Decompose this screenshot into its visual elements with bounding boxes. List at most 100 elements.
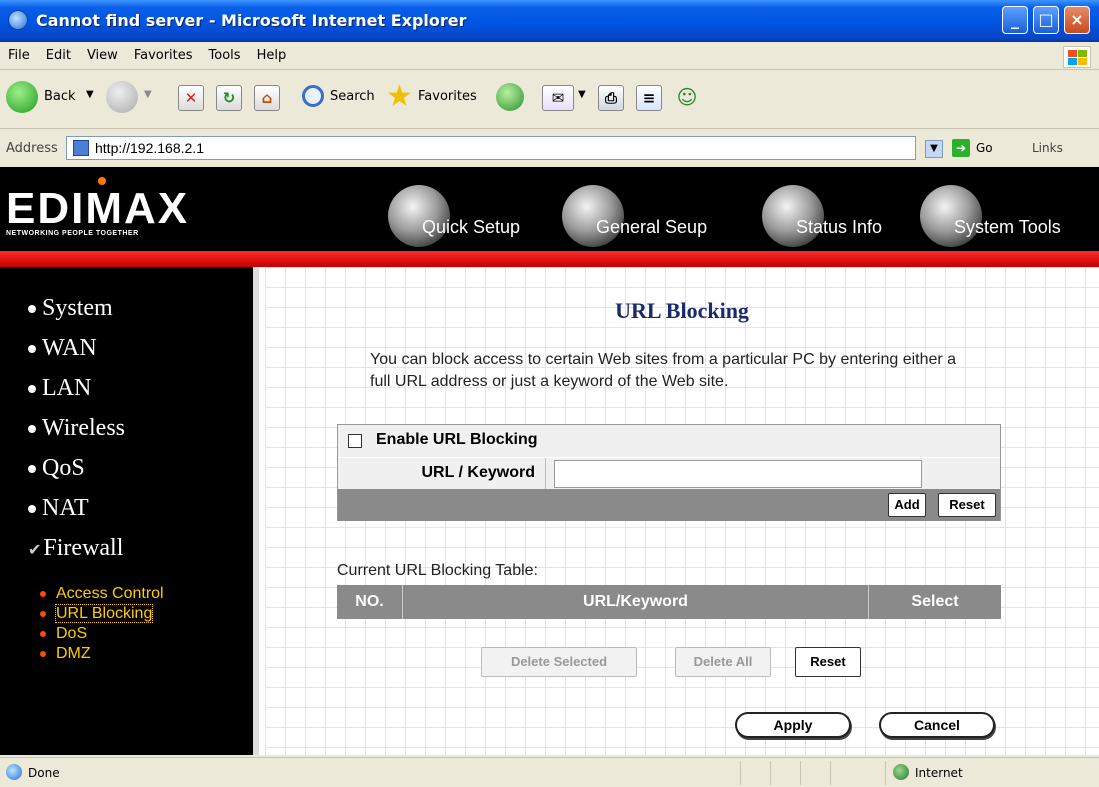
router-banner: EDIMAX NETWORKING PEOPLE TOGETHER Quick … [0,167,1099,251]
sidebar-item-wan[interactable]: WAN [28,335,97,362]
url-blocking-table-header: NO. URL/Keyword Select [337,585,1001,619]
refresh-icon[interactable]: ↻ [216,85,242,111]
status-divider [740,761,741,785]
nav-quick-setup-label[interactable]: Quick Setup [422,217,520,238]
add-button[interactable]: Add [888,493,926,517]
bullet-icon [28,425,36,434]
address-url[interactable]: http://192.168.2.1 [95,140,204,156]
forward-dropdown-icon[interactable]: ▼ [144,89,152,100]
status-divider [800,761,801,785]
nav-general-setup-label[interactable]: General Seup [596,217,707,238]
sidebar-sub-dos[interactable]: DoS [40,625,87,643]
cancel-button[interactable]: Cancel [879,712,995,738]
page-title: URL Blocking [615,298,749,323]
edit-icon[interactable]: ≡ [636,85,662,111]
go-button[interactable]: Go [976,141,993,155]
bullet-icon [28,505,36,514]
menu-edit[interactable]: Edit [38,44,79,63]
nav-status-info-label[interactable]: Status Info [796,217,882,238]
col-url-keyword: URL/Keyword [403,585,869,619]
stop-icon[interactable]: ✕ [178,85,204,111]
sidebar-sub-url-blocking[interactable]: URL Blocking [40,604,154,623]
page-description: You can block access to certain Web site… [370,351,957,390]
menu-bar: File Edit View Favorites Tools Help [0,44,1099,70]
security-zone: Internet [915,766,963,780]
back-dropdown-icon[interactable]: ▼ [86,89,94,100]
address-bar: Address http://192.168.2.1 ▼ ➔ Go Links [0,131,1099,167]
go-arrow-icon[interactable]: ➔ [952,139,970,157]
bullet-icon [28,465,36,474]
col-select: Select [911,593,959,610]
url-keyword-input[interactable] [554,460,922,488]
links-button[interactable]: Links [1032,141,1063,155]
favorites-star-icon[interactable]: ★ [386,79,413,114]
ie-logo-icon [8,10,28,30]
delete-selected-button[interactable]: Delete Selected [481,647,637,677]
url-blocking-form: Enable URL Blocking URL / Keyword Add Re… [337,424,1001,521]
col-no: NO. [337,585,403,619]
menu-favorites[interactable]: Favorites [126,44,201,63]
apply-button[interactable]: Apply [735,712,851,738]
enable-url-blocking-checkbox[interactable] [348,434,362,448]
sidebar-sub-access-control[interactable]: Access Control [40,585,164,603]
edimax-logo: EDIMAX [6,177,189,231]
checkmark-icon: ✔ [28,542,42,559]
sidebar-item-firewall[interactable]: ✔Firewall [28,535,123,562]
search-button[interactable]: Search [330,89,375,104]
table-reset-button[interactable]: Reset [795,647,861,677]
status-text: Done [28,766,60,780]
back-arrow-icon[interactable] [6,81,38,113]
bullet-icon [40,650,46,657]
messenger-icon[interactable]: ☺ [674,85,700,111]
mail-icon[interactable]: ✉ [542,85,574,111]
bullet-icon [40,610,46,617]
sidebar-item-nat[interactable]: NAT [28,495,89,522]
reset-button[interactable]: Reset [938,493,996,517]
sidebar-item-qos[interactable]: QoS [28,455,85,482]
forward-arrow-icon[interactable] [106,81,138,113]
url-keyword-label-cell: URL / Keyword [338,458,546,490]
sidebar-item-system[interactable]: System [28,295,113,322]
page-status-icon [6,764,22,780]
status-divider [830,761,831,785]
browser-window: Cannot find server - Microsoft Internet … [0,0,1099,787]
title-bar[interactable]: Cannot find server - Microsoft Internet … [0,0,1099,42]
print-icon[interactable]: ⎙ [598,85,624,111]
logo-dot-icon [98,177,106,185]
bullet-icon [40,630,46,637]
menu-tools[interactable]: Tools [201,44,249,63]
home-icon[interactable]: ⌂ [254,85,280,111]
address-input[interactable]: http://192.168.2.1 [66,136,916,160]
nav-system-tools-label[interactable]: System Tools [954,217,1061,238]
status-bar: Done Internet [0,757,1099,787]
delete-all-button[interactable]: Delete All [675,647,771,677]
menu-file[interactable]: File [0,44,38,63]
history-icon[interactable] [496,83,524,111]
banner-red-bar [0,251,1099,267]
minimize-button[interactable]: _ [1002,6,1028,34]
menu-help[interactable]: Help [249,44,295,63]
close-button[interactable]: × [1064,6,1090,34]
mail-dropdown-icon[interactable]: ▼ [578,89,586,100]
maximize-button[interactable]: □ [1033,6,1059,34]
status-divider [885,761,886,785]
back-button[interactable]: Back [44,89,76,104]
sidebar-sub-dmz[interactable]: DMZ [40,645,91,663]
page-content: EDIMAX NETWORKING PEOPLE TOGETHER Quick … [0,167,1099,755]
menu-view[interactable]: View [79,44,126,63]
status-divider [770,761,771,785]
url-keyword-label: URL / Keyword [421,464,536,481]
favorites-button[interactable]: Favorites [418,89,477,104]
form-button-row: Add Reset [338,489,1000,521]
sidebar-item-lan[interactable]: LAN [28,375,91,402]
enable-url-blocking-label: Enable URL Blocking [376,431,538,448]
sidebar-item-wireless[interactable]: Wireless [28,415,125,442]
address-dropdown-icon[interactable]: ▼ [925,140,943,158]
bullet-icon [28,345,36,354]
bullet-icon [28,385,36,394]
search-icon[interactable] [302,85,324,107]
url-keyword-row: URL / Keyword [338,457,1000,490]
sidebar: System WAN LAN Wireless QoS NAT ✔Firewal… [0,267,259,755]
page-icon [73,140,89,156]
table-caption: Current URL Blocking Table: [337,562,538,579]
